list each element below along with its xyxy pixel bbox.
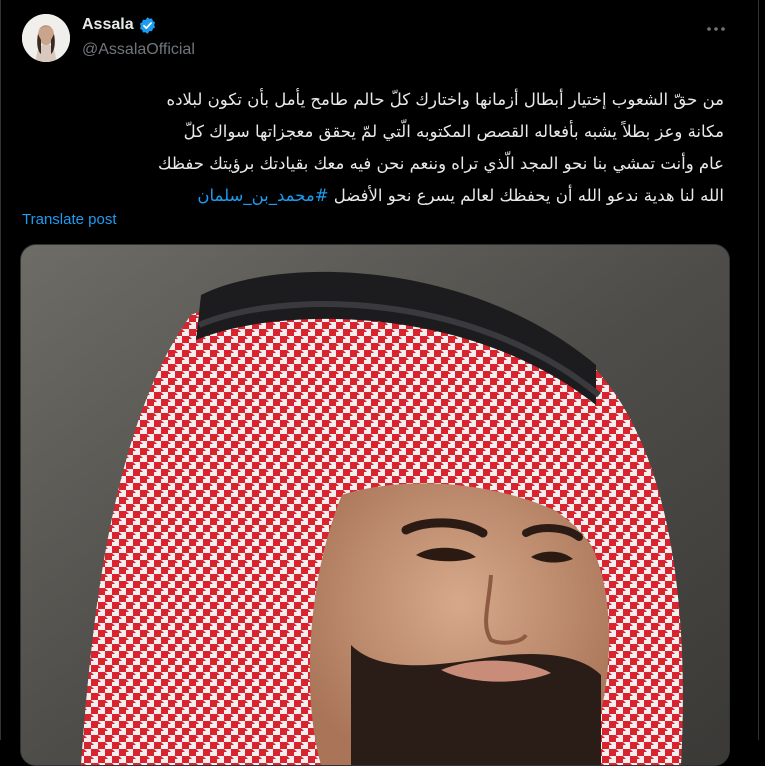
frame-border-right [758, 0, 759, 740]
more-options-button[interactable] [701, 14, 731, 44]
verified-badge-icon [138, 16, 157, 35]
post-author[interactable]: Assala @AssalaOfficial [82, 14, 195, 59]
post-text-line: مكانة وعز بطلاً يشبه بأفعاله القصص المكت… [183, 122, 724, 141]
post-media-image[interactable] [20, 244, 730, 766]
post-text-line-last: الله لنا هدية ندعو الله أن يحفظك لعالم ي… [20, 180, 724, 212]
translate-post-link[interactable]: Translate post [22, 211, 117, 228]
post-text-line: عام وأنت تمشي بنا نحو المجد الّذي تراه و… [157, 154, 724, 173]
display-name[interactable]: Assala [82, 16, 134, 34]
post-text-line: من حقّ الشعوب إختيار أبطال أزمانها واختا… [166, 90, 724, 109]
handle[interactable]: @AssalaOfficial [82, 41, 195, 59]
frame-border-left [0, 0, 1, 740]
avatar[interactable] [22, 14, 70, 62]
hashtag-link[interactable]: #محمد_بن_سلمان [197, 186, 328, 205]
avatar-image [22, 14, 70, 62]
author-name-row: Assala [82, 14, 195, 36]
media-photo [21, 245, 729, 765]
post-text: من حقّ الشعوب إختيار أبطال أزمانها واختا… [20, 84, 724, 212]
more-options-icon [707, 27, 725, 31]
post-text-line: الله لنا هدية ندعو الله أن يحفظك لعالم ي… [333, 186, 724, 205]
